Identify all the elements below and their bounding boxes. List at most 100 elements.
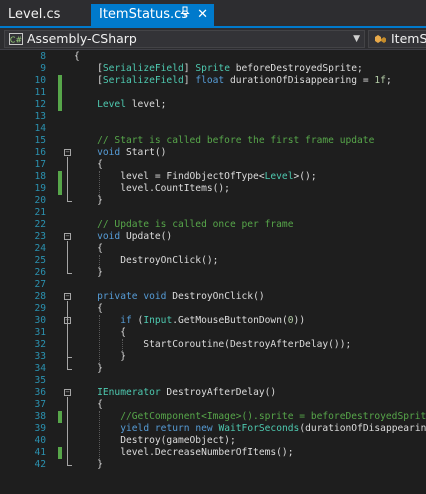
code-line[interactable]: 31 { <box>0 327 426 339</box>
code-line[interactable]: 29 { <box>0 303 426 315</box>
line-number: 11 <box>34 87 46 98</box>
collapse-icon[interactable]: − <box>64 389 71 396</box>
change-tracking-marker <box>58 171 62 183</box>
code-line[interactable]: 20 } <box>0 195 426 207</box>
code-line[interactable]: 24 { <box>0 243 426 255</box>
code-line[interactable]: 21 <box>0 207 426 219</box>
code-token: .GetMouseButtonDown( <box>172 315 288 326</box>
code-line[interactable]: 33 } <box>0 351 426 363</box>
code-line[interactable]: 42 } <box>0 459 426 471</box>
code-token: level.CountItems(); <box>74 183 230 194</box>
code-token: new <box>195 423 213 434</box>
type-dropdown[interactable]: ItemSt <box>368 30 426 48</box>
csharp-project-icon: C# <box>9 33 23 45</box>
code-line[interactable]: 8{ <box>0 51 426 63</box>
code-token: { <box>74 159 103 170</box>
code-text: } <box>74 459 103 471</box>
code-line[interactable]: 9 [SerializeField] Sprite beforeDestroye… <box>0 63 426 75</box>
code-line[interactable]: 16 − void Start() <box>0 147 426 159</box>
code-line[interactable]: 38 //GetComponent<Image>().sprite = befo… <box>0 411 426 423</box>
code-text: DestroyOnClick(); <box>74 255 218 267</box>
code-text: if (Input.GetMouseButtonDown(0)) <box>74 315 305 327</box>
code-token: Sprite <box>195 63 230 74</box>
code-line[interactable]: 36 − IEnumerator DestroyAfterDelay() <box>0 387 426 399</box>
code-line[interactable]: 34 } <box>0 363 426 375</box>
code-token: SerializeField <box>102 63 184 74</box>
collapse-icon[interactable]: − <box>64 293 71 300</box>
collapse-icon[interactable]: − <box>64 149 71 156</box>
code-text: { <box>74 243 103 255</box>
code-line[interactable]: 41 level.DecreaseNumberOfItems(); <box>0 447 426 459</box>
line-number: 8 <box>40 51 46 62</box>
outline-end <box>67 465 72 466</box>
code-line[interactable]: 25 DestroyOnClick(); <box>0 255 426 267</box>
code-line[interactable]: 18 level = FindObjectOfType<Level>(); <box>0 171 426 183</box>
project-dropdown[interactable]: C# Assembly-CSharp ▼ <box>4 30 365 48</box>
code-token: IEnumerator <box>97 387 161 398</box>
line-number: 32 <box>34 339 46 350</box>
tab-itemstatus-cs[interactable]: ItemStatus.cs ✕ <box>91 4 214 26</box>
code-token: durationOfDisappearing = <box>224 75 375 86</box>
code-text: { <box>74 51 80 63</box>
code-token: )) <box>293 315 306 326</box>
code-token: //GetComponent<Image>().sprite = beforeD… <box>74 411 426 422</box>
code-token: void <box>97 231 121 242</box>
line-number: 36 <box>34 387 46 398</box>
code-token: void <box>97 147 121 158</box>
tab-label: ItemStatus.cs <box>99 7 189 22</box>
code-text: level.DecreaseNumberOfItems(); <box>74 447 293 459</box>
code-line[interactable]: 32 StartCoroutine(DestroyAfterDelay()); <box>0 339 426 351</box>
code-token: } <box>74 267 103 278</box>
code-text: IEnumerator DestroyAfterDelay() <box>74 387 276 399</box>
tab-level-cs[interactable]: Level.cs <box>0 4 88 26</box>
code-line[interactable]: 27 <box>0 279 426 291</box>
line-number: 19 <box>34 183 46 194</box>
close-icon[interactable]: ✕ <box>197 4 208 26</box>
code-line[interactable]: 10 [SerializeField] float durationOfDisa… <box>0 75 426 87</box>
line-number: 16 <box>34 147 46 158</box>
code-text: } <box>74 195 103 207</box>
line-number: 22 <box>34 219 46 230</box>
code-token: Update() <box>120 231 173 242</box>
line-number: 42 <box>34 459 46 470</box>
code-line[interactable]: 19 level.CountItems(); <box>0 183 426 195</box>
line-number: 21 <box>34 207 46 218</box>
code-line[interactable]: 11 <box>0 87 426 99</box>
change-tracking-marker <box>58 87 62 99</box>
line-number: 34 <box>34 363 46 374</box>
collapse-icon[interactable]: − <box>64 233 71 240</box>
code-line[interactable]: 30− if (Input.GetMouseButtonDown(0)) <box>0 315 426 327</box>
pin-icon[interactable] <box>180 4 190 26</box>
class-icon <box>373 33 387 45</box>
code-line[interactable]: 37 { <box>0 399 426 411</box>
code-text: level = FindObjectOfType<Level>(); <box>74 171 316 183</box>
code-token: ] <box>183 63 196 74</box>
code-line[interactable]: 12 Level level; <box>0 99 426 111</box>
code-line[interactable]: 17 { <box>0 159 426 171</box>
code-line[interactable]: 22 // Update is called once per frame <box>0 219 426 231</box>
line-number: 37 <box>34 399 46 410</box>
code-line[interactable]: 26 } <box>0 267 426 279</box>
code-token: DestroyAfterDelay() <box>160 387 277 398</box>
code-line[interactable]: 15 // Start is called before the first f… <box>0 135 426 147</box>
code-token: { <box>74 51 80 62</box>
code-line[interactable]: 28 − private void DestroyOnClick() <box>0 291 426 303</box>
indent-guide <box>122 339 124 351</box>
code-line[interactable]: 40 Destroy(gameObject); <box>0 435 426 447</box>
code-line[interactable]: 23 − void Update() <box>0 231 426 243</box>
code-line[interactable]: 35 <box>0 375 426 387</box>
code-token: ; <box>385 75 392 86</box>
code-token: } <box>74 363 103 374</box>
code-token: Input <box>143 315 173 326</box>
code-line[interactable]: 14 <box>0 123 426 135</box>
outline-bracket <box>67 397 68 465</box>
document-tab-strip: Level.cs ItemStatus.cs ✕ <box>0 0 426 28</box>
code-text: { <box>74 159 103 171</box>
line-number: 25 <box>34 255 46 266</box>
code-line[interactable]: 39 yield return new WaitForSeconds(durat… <box>0 423 426 435</box>
line-number: 35 <box>34 375 46 386</box>
code-text: [SerializeField] float durationOfDisappe… <box>74 75 392 87</box>
code-editor[interactable]: 8{9 [SerializeField] Sprite beforeDestro… <box>0 50 426 494</box>
code-line[interactable]: 13 <box>0 111 426 123</box>
